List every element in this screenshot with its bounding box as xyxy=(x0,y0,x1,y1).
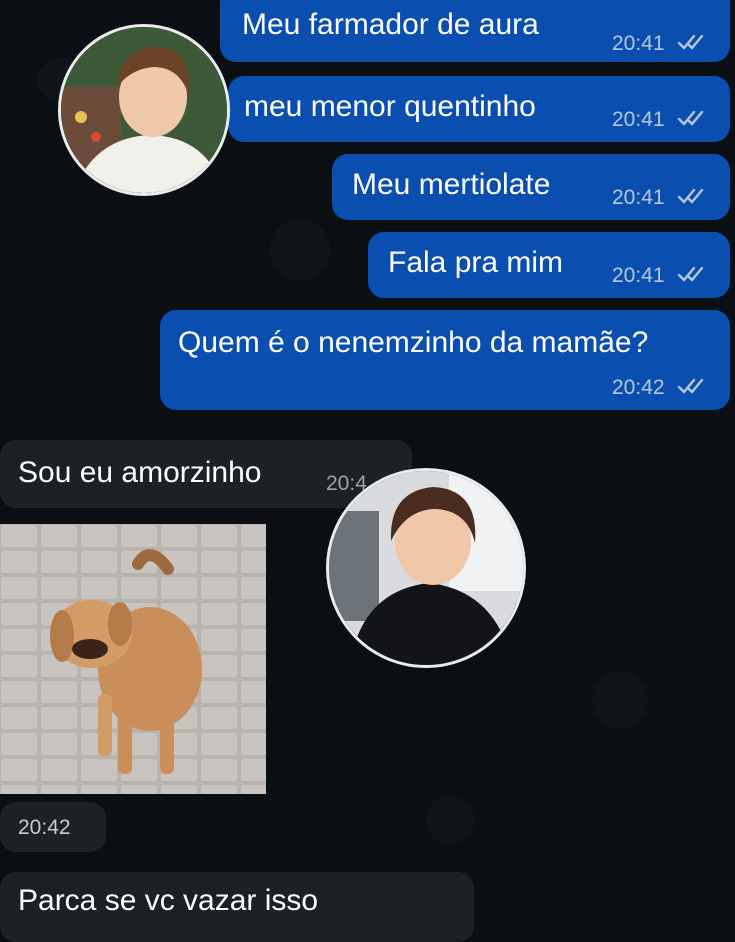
outgoing-message[interactable]: Quem é o nenemzinho da mamãe? 20:42 xyxy=(160,310,730,410)
message-time: 20:41 xyxy=(612,32,665,55)
message-text: Meu mertiolate xyxy=(352,168,551,201)
incoming-message[interactable]: Parca se vc vazar isso xyxy=(0,872,474,942)
double-check-icon xyxy=(677,110,704,126)
message-time: 20:41 xyxy=(612,186,665,209)
avatar xyxy=(326,468,526,668)
double-check-icon xyxy=(677,378,704,394)
message-text: Fala pra mim xyxy=(388,246,564,279)
incoming-message[interactable]: Sou eu amorzinho 20:4 xyxy=(0,440,412,508)
message-time: 20:42 xyxy=(18,816,71,839)
double-check-icon xyxy=(677,34,704,50)
message-time: 20:41 xyxy=(612,264,665,287)
message-text: Meu farmador de aura xyxy=(242,8,539,41)
dog-photo[interactable] xyxy=(0,524,266,794)
message-text: Parca se vc vazar isso xyxy=(18,884,319,917)
message-text: meu menor quentinho xyxy=(244,90,536,123)
avatar xyxy=(58,24,230,196)
message-time: 20:42 xyxy=(612,376,665,399)
outgoing-message[interactable]: Meu farmador de aura 20:41 xyxy=(220,0,730,62)
message-text: Quem é o nenemzinho da mamãe? xyxy=(178,326,649,359)
message-text: Sou eu amorzinho xyxy=(18,456,262,489)
message-time: 20:41 xyxy=(612,108,665,131)
double-check-icon xyxy=(677,188,704,204)
outgoing-message[interactable]: meu menor quentinho 20:41 xyxy=(228,76,730,142)
outgoing-message[interactable]: Fala pra mim 20:41 xyxy=(368,232,730,298)
double-check-icon xyxy=(677,266,704,282)
media-time-bubble: 20:42 xyxy=(0,802,106,852)
outgoing-message[interactable]: Meu mertiolate 20:41 xyxy=(332,154,730,220)
